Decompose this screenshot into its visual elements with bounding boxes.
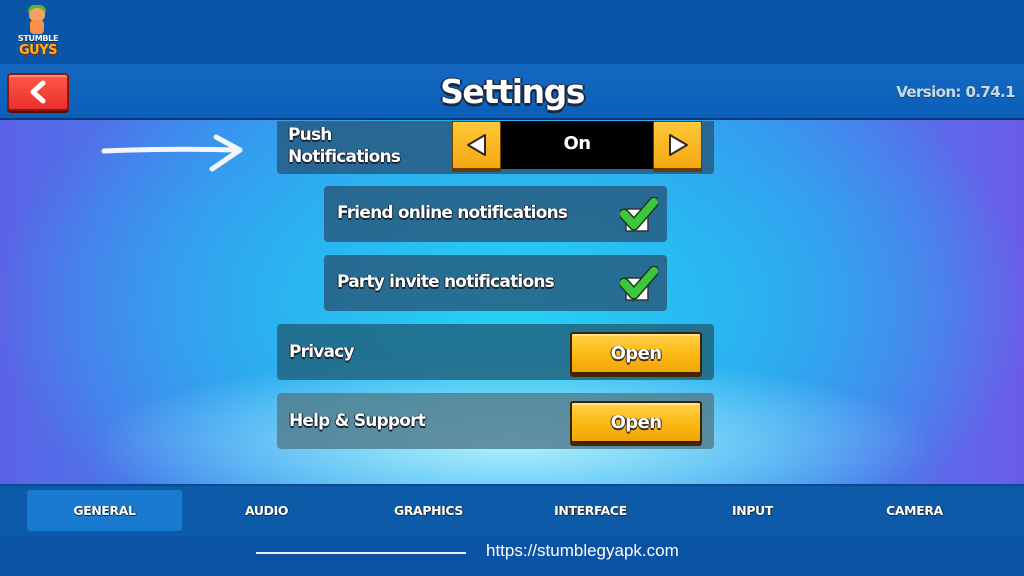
arrow-right-icon bbox=[101, 134, 243, 172]
logo-body bbox=[30, 20, 44, 34]
tab-input[interactable]: INPUT bbox=[675, 490, 830, 531]
party-invite-notifications-label: Party invite notifications bbox=[337, 272, 555, 292]
privacy-row: Privacy Open bbox=[277, 324, 714, 380]
push-notifications-selector: On bbox=[452, 121, 702, 169]
footer-divider bbox=[256, 552, 466, 554]
tab-general[interactable]: GENERAL bbox=[27, 490, 182, 531]
friend-online-notifications-checkbox[interactable] bbox=[618, 196, 660, 233]
settings-header: Settings Version: 0.74.1 bbox=[0, 64, 1024, 120]
checkmark-icon bbox=[618, 265, 660, 301]
top-bar: STUMBLE GUYS bbox=[0, 0, 1024, 64]
push-notifications-label: Push Notifications bbox=[288, 124, 401, 168]
game-screen: Settings Version: 0.74.1 Push Notificati… bbox=[0, 64, 1024, 536]
triangle-right-icon bbox=[668, 134, 688, 156]
push-label-line2: Notifications bbox=[288, 147, 401, 167]
party-invite-notifications-checkbox[interactable] bbox=[618, 265, 660, 302]
previous-option-button[interactable] bbox=[452, 121, 501, 169]
footer: https://stumblegyapk.com bbox=[0, 536, 1024, 576]
logo-text-guys: GUYS bbox=[18, 43, 58, 58]
push-notifications-value: On bbox=[563, 133, 591, 154]
privacy-label: Privacy bbox=[289, 342, 355, 362]
push-notifications-row: Push Notifications On bbox=[277, 121, 714, 174]
friend-online-notifications-row: Friend online notifications bbox=[324, 186, 667, 242]
checkmark-icon bbox=[618, 196, 660, 232]
next-option-button[interactable] bbox=[653, 121, 702, 169]
friend-online-notifications-label: Friend online notifications bbox=[337, 203, 568, 223]
push-label-line1: Push bbox=[288, 125, 332, 145]
party-invite-notifications-row: Party invite notifications bbox=[324, 255, 667, 311]
help-support-label: Help & Support bbox=[289, 411, 426, 431]
help-support-row: Help & Support Open bbox=[277, 393, 714, 449]
tab-graphics[interactable]: GRAPHICS bbox=[351, 490, 506, 531]
settings-tabs: GENERAL AUDIO GRAPHICS INTERFACE INPUT C… bbox=[0, 484, 1024, 536]
stumble-guys-logo-icon: STUMBLE GUYS bbox=[12, 2, 62, 60]
help-support-open-button[interactable]: Open bbox=[570, 401, 702, 443]
triangle-left-icon bbox=[466, 134, 486, 156]
page-title: Settings bbox=[440, 72, 585, 111]
tab-audio[interactable]: AUDIO bbox=[189, 490, 344, 531]
tab-interface[interactable]: INTERFACE bbox=[513, 490, 668, 531]
tab-camera[interactable]: CAMERA bbox=[837, 490, 992, 531]
privacy-open-button[interactable]: Open bbox=[570, 332, 702, 374]
version-label: Version: 0.74.1 bbox=[896, 83, 1015, 101]
logo-text-stumble: STUMBLE bbox=[17, 34, 59, 43]
footer-url: https://stumblegyapk.com bbox=[486, 541, 679, 560]
